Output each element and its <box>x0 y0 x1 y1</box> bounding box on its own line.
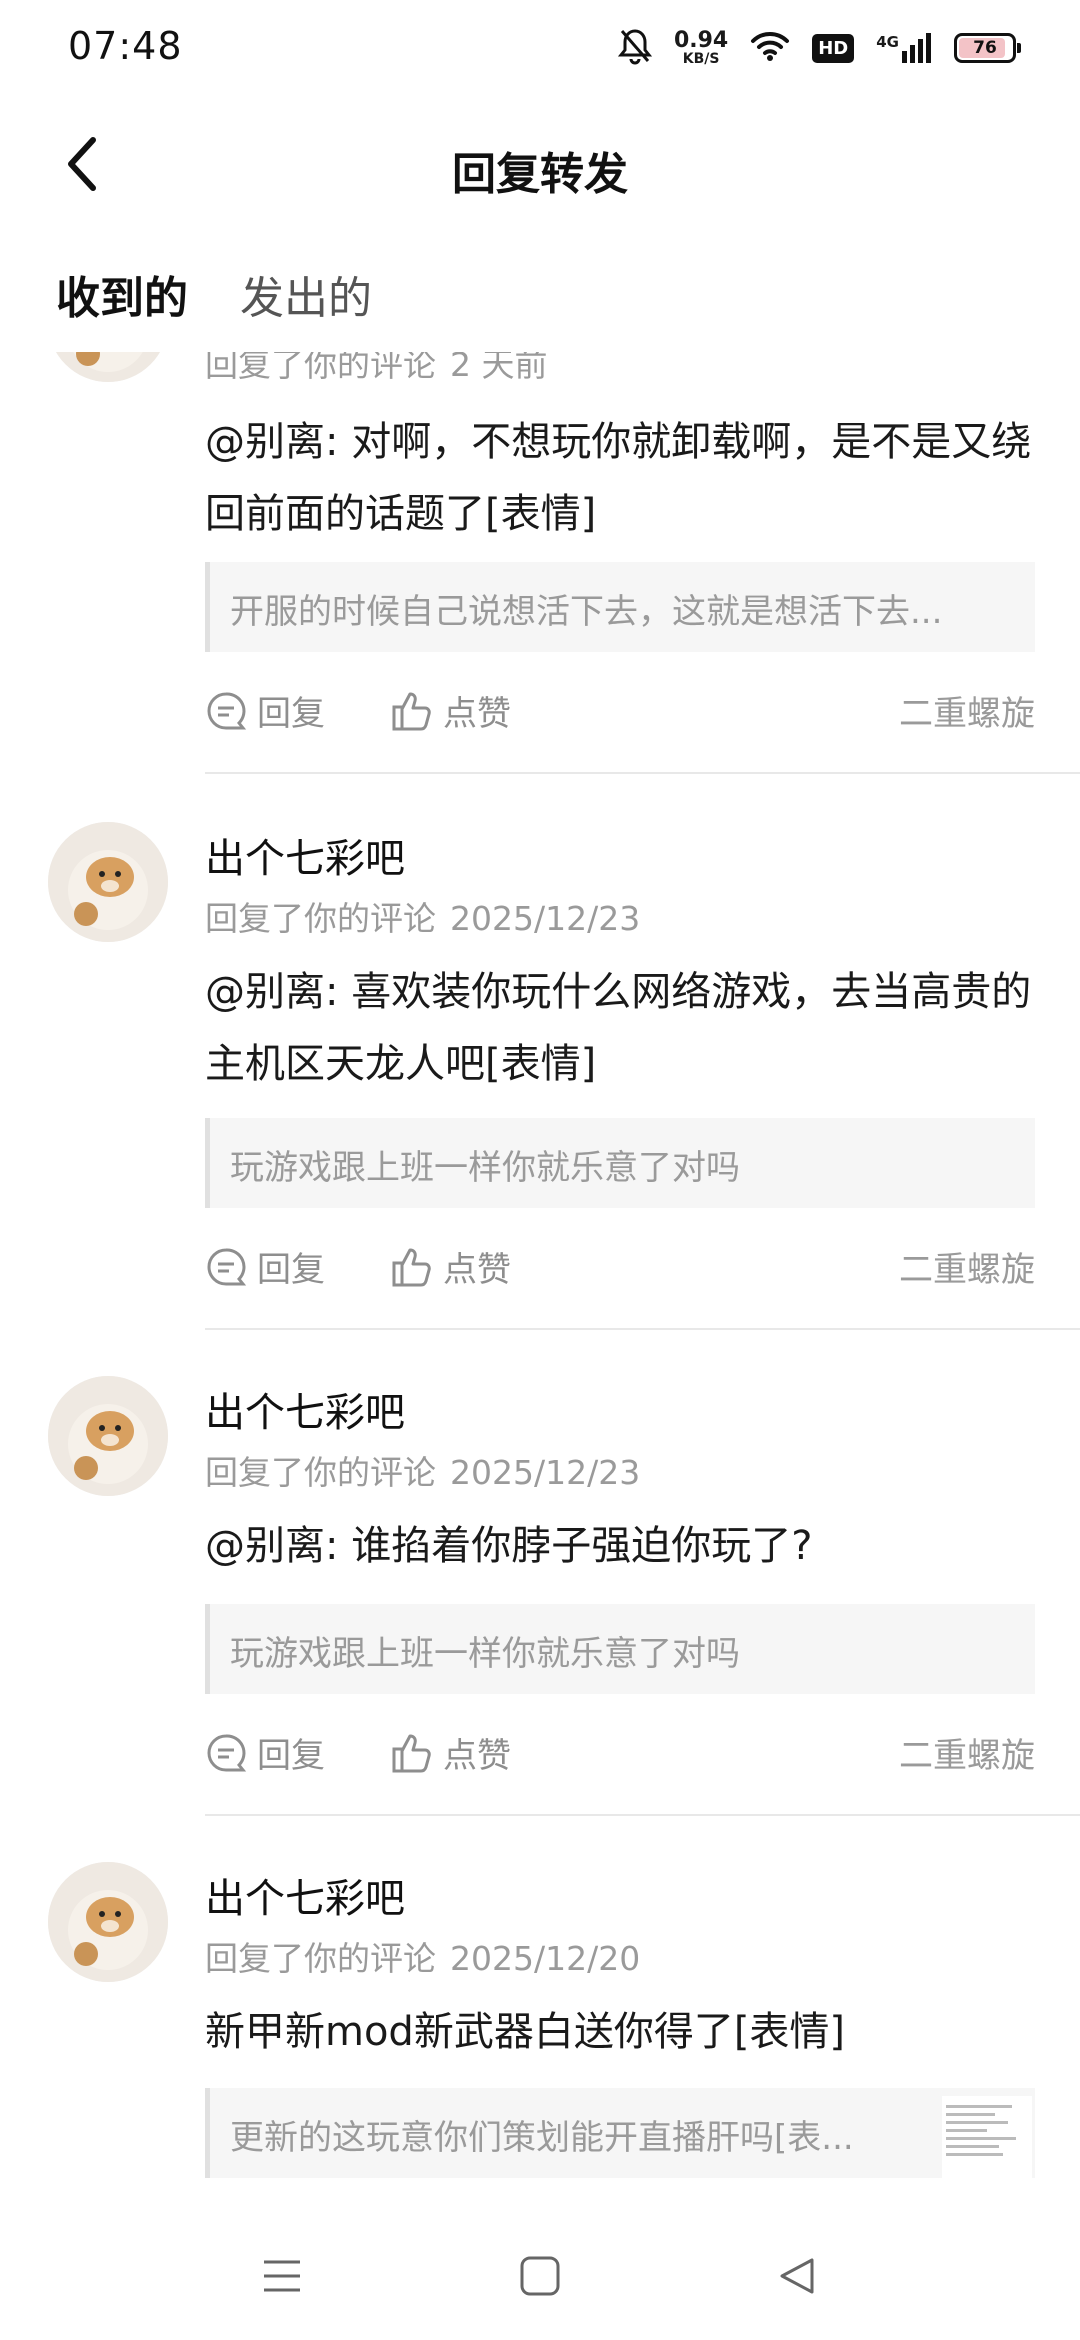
username[interactable]: 出个七彩吧 <box>205 1380 405 1438</box>
comment-bubble-icon <box>207 691 247 729</box>
comment-content: 新甲新mod新武器白送你得了[表情] <box>205 2009 846 2055</box>
hd-badge: HD <box>812 33 855 63</box>
source-game-link[interactable]: 二重螺旋 <box>899 686 1035 735</box>
net-speed: 0.94 KB/S <box>673 28 729 67</box>
source-game-link[interactable]: 二重螺旋 <box>899 1242 1035 1291</box>
back-triangle-icon[interactable] <box>766 2244 830 2308</box>
username[interactable]: 出个七彩吧 <box>205 1866 405 1924</box>
avatar[interactable] <box>48 822 168 942</box>
source-game-link[interactable]: 二重螺旋 <box>899 1728 1035 1777</box>
list-item[interactable]: 出个七彩吧 回复了你的评论 2025/12/20 新甲新mod新武器白送你得了[表… <box>0 1862 1080 2212</box>
quoted-comment[interactable]: 开服的时候自己说想活下去，这就是想活下去... <box>205 562 1035 652</box>
comment-content: @别离: 谁掐着你脖子强迫你玩了? <box>205 1523 813 1569</box>
like-button[interactable]: 点赞 <box>391 1728 511 1777</box>
status-time: 07:48 <box>68 24 183 68</box>
comment-meta: 回复了你的评论 2025/12/23 <box>205 899 641 938</box>
comment-content: @别离: 对啊，不想玩你就卸载啊，是不是又绕回前面的话题了[表情] <box>205 419 1032 537</box>
reply-list[interactable]: 回复了你的评论 2 天前 @别离: 对啊，不想玩你就卸载啊，是不是又绕回前面的话题… <box>0 352 1080 2212</box>
thumbs-up-icon <box>392 1248 431 1286</box>
comment-meta: 回复了你的评论 2025/12/20 <box>205 1939 641 1978</box>
divider <box>205 772 1080 774</box>
home-square-icon[interactable] <box>508 2244 572 2308</box>
battery-icon: 76 <box>954 33 1021 63</box>
reply-button[interactable]: 回复 <box>205 686 325 735</box>
avatar[interactable] <box>48 352 168 382</box>
mute-bell-icon <box>617 27 653 69</box>
wifi-icon <box>750 30 790 66</box>
quoted-comment[interactable]: 更新的这玩意你们策划能开直播肝吗[表... <box>205 2088 1035 2178</box>
divider <box>205 1814 1080 1816</box>
status-bar: 07:48 0.94 KB/S HD 4G 76 <box>0 0 1080 96</box>
signal-icon: 4G <box>876 33 932 63</box>
system-nav-bar <box>0 2212 1080 2340</box>
divider <box>205 1328 1080 1330</box>
comment-meta: 回复了你的评论 2025/12/23 <box>205 1453 641 1492</box>
comment-bubble-icon <box>207 1247 247 1285</box>
quoted-comment[interactable]: 玩游戏跟上班一样你就乐意了对吗 <box>205 1118 1035 1208</box>
thumbs-up-icon <box>392 692 431 730</box>
quoted-comment[interactable]: 玩游戏跟上班一样你就乐意了对吗 <box>205 1604 1035 1694</box>
like-button[interactable]: 点赞 <box>391 1242 511 1291</box>
tab-bar: 收到的 发出的 <box>0 262 1080 342</box>
reply-button[interactable]: 回复 <box>205 1728 325 1777</box>
list-item[interactable]: 回复了你的评论 2 天前 @别离: 对啊，不想玩你就卸载啊，是不是又绕回前面的话题… <box>0 352 1080 774</box>
comment-meta: 回复了你的评论 2 天前 <box>205 352 548 384</box>
list-item[interactable]: 出个七彩吧 回复了你的评论 2025/12/23 @别离: 喜欢装你玩什么网络游戏… <box>0 822 1080 1382</box>
comment-actions: 回复 点赞 二重螺旋 <box>205 1728 1035 1784</box>
attached-screenshot-thumbnail[interactable] <box>942 2096 1032 2186</box>
tab-received[interactable]: 收到的 <box>56 262 188 326</box>
status-icons: 0.94 KB/S HD 4G 76 <box>617 26 1021 70</box>
reply-button[interactable]: 回复 <box>205 1242 325 1291</box>
comment-actions: 回复 点赞 二重螺旋 <box>205 686 1035 742</box>
title-bar: 回复转发 <box>0 110 1080 220</box>
comment-bubble-icon <box>207 1733 247 1771</box>
avatar[interactable] <box>48 1376 168 1496</box>
page-title: 回复转发 <box>452 149 628 200</box>
like-button[interactable]: 点赞 <box>391 686 511 735</box>
comment-content: @别离: 喜欢装你玩什么网络游戏，去当高贵的主机区天龙人吧[表情] <box>205 969 1032 1087</box>
avatar[interactable] <box>48 1862 168 1982</box>
username[interactable]: 出个七彩吧 <box>205 826 405 884</box>
menu-icon[interactable] <box>250 2244 314 2308</box>
tab-sent[interactable]: 发出的 <box>240 262 372 326</box>
list-item[interactable]: 出个七彩吧 回复了你的评论 2025/12/23 @别离: 谁掐着你脖子强迫你玩了… <box>0 1376 1080 1862</box>
thumbs-up-icon <box>392 1734 431 1772</box>
comment-actions: 回复 点赞 二重螺旋 <box>205 1242 1035 1298</box>
